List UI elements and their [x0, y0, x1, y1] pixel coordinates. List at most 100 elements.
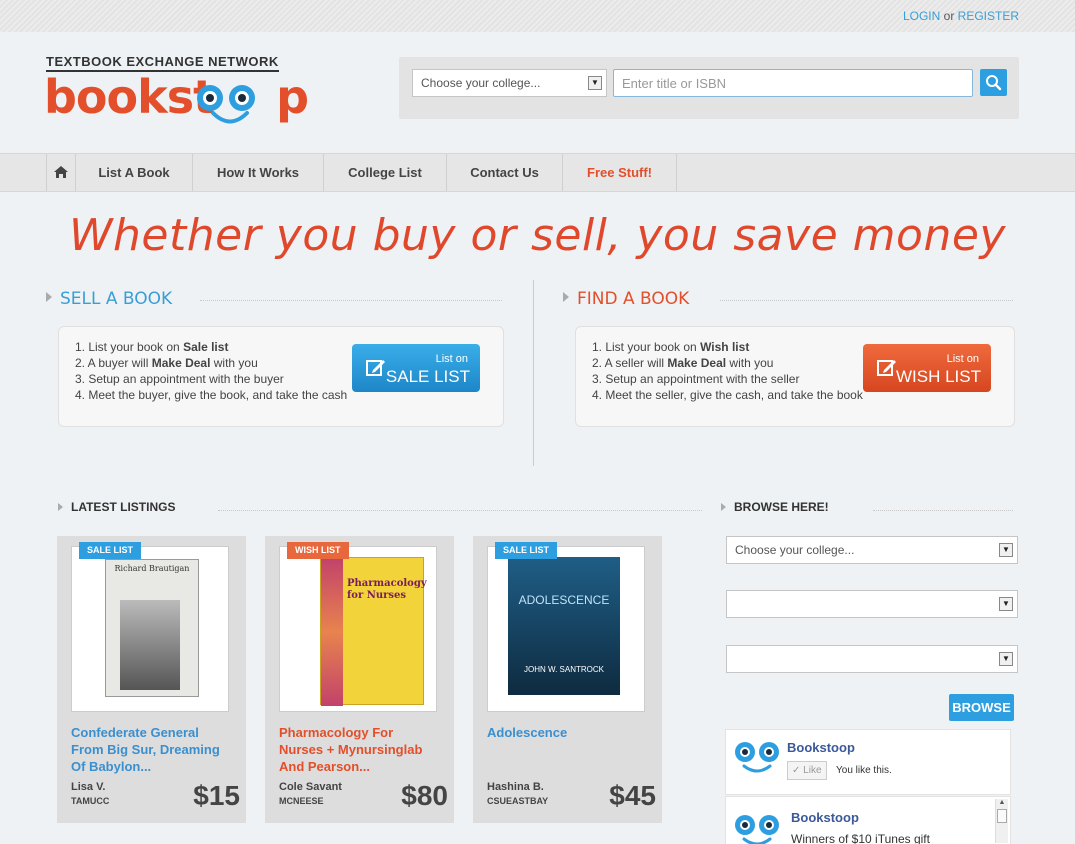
cover-photo [120, 600, 180, 690]
button-small-label: List on [435, 353, 468, 365]
logo-word-start: bookst [44, 70, 215, 124]
find-step-2: 2. A seller will Make Deal with you [592, 356, 774, 370]
facebook-like-box: Bookstoop ✓ Like You like this. [725, 729, 1011, 795]
browse-college-select[interactable]: Choose your college... ▼ [726, 536, 1018, 564]
nav-contact-us[interactable]: Contact Us [447, 154, 563, 191]
logo-word-end: p [276, 70, 309, 124]
college-select[interactable]: Choose your college... ▼ [412, 69, 607, 97]
search-button[interactable] [980, 69, 1007, 96]
search-icon [986, 75, 1002, 91]
book-cover-frame: ADOLESCENCE JOHN W. SANTROCK [487, 546, 645, 712]
sale-list-tag: SALE LIST [495, 542, 558, 559]
listing-seller: Cole Savant [279, 781, 342, 793]
cover-text: ADOLESCENCE [518, 593, 610, 607]
book-cover: Pharmacology for Nurses [320, 557, 427, 706]
latest-listings-title: LATEST LISTINGS [58, 500, 175, 514]
listing-card[interactable]: Richard Brautigan SALE LIST Confederate … [57, 536, 246, 823]
triangle-icon [46, 292, 52, 302]
triangle-icon [58, 503, 63, 511]
edit-icon [366, 360, 385, 376]
bookstoop-avatar-icon [735, 815, 779, 844]
chevron-down-icon: ▼ [999, 597, 1013, 611]
button-large-label: SALE LIST [385, 367, 470, 386]
listing-school: TAMUCC [71, 796, 110, 806]
login-link[interactable]: LOGIN [903, 9, 940, 23]
logo-eyes-icon [197, 85, 255, 111]
auth-separator: or [943, 9, 955, 23]
listing-title[interactable]: Adolescence [487, 724, 647, 741]
auth-links: LOGIN or REGISTER [903, 9, 1019, 23]
chevron-down-icon: ▼ [999, 543, 1013, 557]
latest-title-text: LATEST LISTINGS [71, 500, 176, 514]
triangle-icon [721, 503, 726, 511]
browse-subcategory-select[interactable]: ▼ [726, 645, 1018, 673]
register-link[interactable]: REGISTER [958, 9, 1019, 23]
listing-card[interactable]: Pharmacology for Nurses WISH LIST Pharma… [265, 536, 454, 823]
find-step-4: 4. Meet the seller, give the cash, and t… [592, 388, 863, 402]
sell-title-text: SELL A BOOK [60, 289, 173, 309]
listing-seller: Lisa V. [71, 781, 106, 793]
listing-title[interactable]: Confederate General From Big Sur, Dreami… [71, 724, 231, 775]
scroll-thumb[interactable] [997, 809, 1007, 823]
divider [873, 510, 1013, 511]
book-cover-frame: Pharmacology for Nurses [279, 546, 437, 712]
cover-author: JOHN W. SANTROCK [523, 665, 604, 674]
nav-list-a-book[interactable]: List A Book [76, 154, 193, 191]
find-title-text: FIND A BOOK [577, 289, 690, 309]
listing-school: MCNEESE [279, 796, 324, 806]
listing-card[interactable]: ADOLESCENCE JOHN W. SANTROCK SALE LIST A… [473, 536, 662, 823]
browse-title-text: BROWSE HERE! [734, 500, 829, 514]
book-cover: ADOLESCENCE JOHN W. SANTROCK [508, 557, 620, 695]
you-like-text: You like this. [836, 765, 892, 776]
facebook-feed: Bookstoop Winners of $10 iTunes gift ▲ [725, 796, 1011, 844]
sell-section-title: SELL A BOOK [46, 289, 172, 309]
search-input[interactable]: Enter title or ISBN [613, 69, 973, 97]
section-divider [533, 280, 534, 466]
nav-college-list[interactable]: College List [324, 154, 447, 191]
cover-text: Richard Brautigan [114, 564, 190, 573]
nav-free-stuff[interactable]: Free Stuff! [563, 154, 677, 191]
listing-school: CSUEASTBAY [487, 796, 549, 806]
logo-smile-icon [211, 111, 249, 124]
listing-title[interactable]: Pharmacology For Nurses + Mynursinglab A… [279, 724, 439, 775]
facebook-page-name[interactable]: Bookstoop [787, 740, 855, 755]
college-select-value: Choose your college... [421, 76, 541, 90]
sell-steps-list: 1. List your book on Sale list 2. A buye… [75, 339, 347, 403]
hero-headline: Whether you buy or sell, you save money [69, 210, 1006, 261]
top-bar: LOGIN or REGISTER [0, 0, 1075, 32]
nav-home[interactable] [46, 154, 76, 191]
sell-step-3: 3. Setup an appointment with the buyer [75, 372, 284, 386]
browse-title: BROWSE HERE! [721, 500, 829, 514]
find-steps-list: 1. List your book on Wish list 2. A sell… [592, 339, 863, 403]
chevron-down-icon: ▼ [999, 652, 1013, 666]
find-step-1: 1. List your book on Wish list [592, 340, 750, 354]
sell-step-2: 2. A buyer will Make Deal with you [75, 356, 258, 370]
facebook-like-button[interactable]: ✓ Like [787, 761, 827, 780]
browse-college-value: Choose your college... [735, 543, 855, 557]
feed-scrollbar[interactable]: ▲ [995, 799, 1008, 843]
edit-icon [877, 360, 896, 376]
browse-category-select[interactable]: ▼ [726, 590, 1018, 618]
browse-button[interactable]: BROWSE [949, 694, 1014, 721]
list-on-sale-list-button[interactable]: List on SALE LIST [352, 344, 480, 392]
cover-strip [321, 558, 343, 706]
listing-price: $45 [609, 780, 656, 811]
facebook-post-author[interactable]: Bookstoop [791, 810, 859, 825]
home-icon [54, 166, 68, 178]
divider [218, 510, 702, 511]
nav-how-it-works[interactable]: How It Works [193, 154, 324, 191]
button-large-label: WISH LIST [895, 367, 981, 386]
wish-list-tag: WISH LIST [287, 542, 349, 559]
list-on-wish-list-button[interactable]: List on WISH LIST [863, 344, 991, 392]
find-section-title: FIND A BOOK [563, 289, 689, 309]
scroll-up-icon[interactable]: ▲ [996, 799, 1008, 806]
divider [200, 300, 502, 301]
sell-step-1: 1. List your book on Sale list [75, 340, 229, 354]
check-icon: ✓ [792, 765, 801, 776]
main-nav: List A Book How It Works College List Co… [0, 153, 1075, 192]
sell-step-4: 4. Meet the buyer, give the book, and ta… [75, 388, 348, 402]
listing-seller: Hashina B. [487, 781, 544, 793]
facebook-post-text: Winners of $10 iTunes gift [791, 832, 930, 844]
like-label: Like [803, 765, 822, 776]
button-small-label: List on [946, 353, 979, 365]
